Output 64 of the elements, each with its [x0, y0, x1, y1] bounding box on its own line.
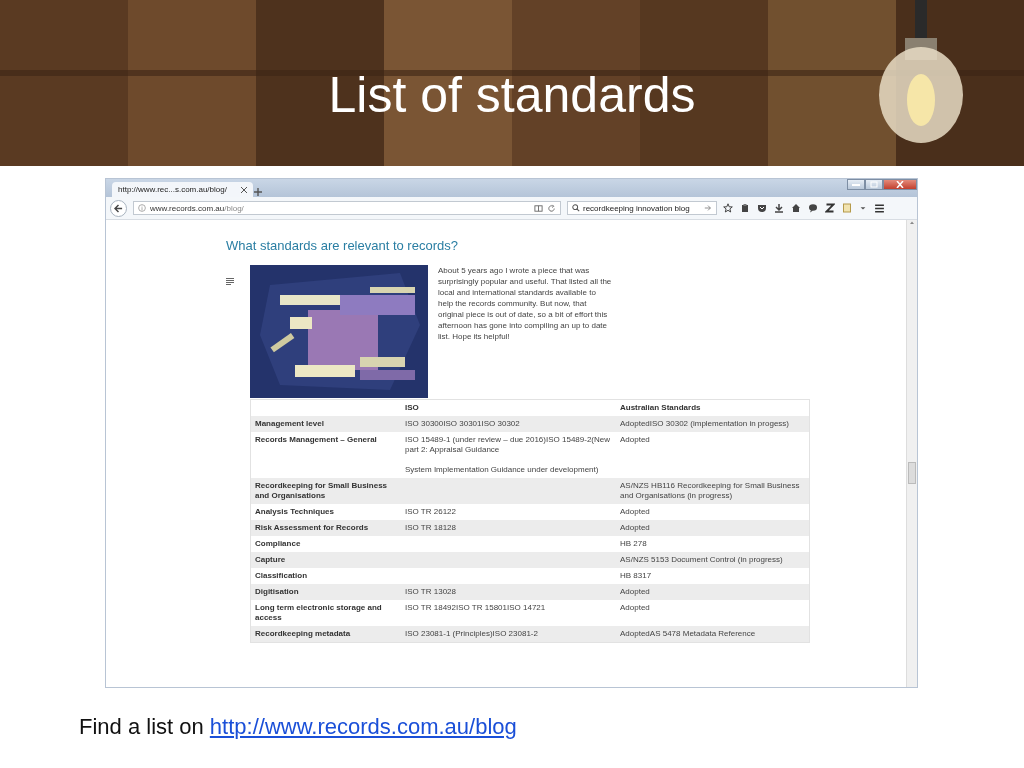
scrollbar-thumb[interactable]	[908, 462, 916, 484]
table-cell: ISO 30300ISO 30301ISO 30302	[405, 419, 520, 428]
table-cell: ISO TR 26122	[405, 507, 456, 516]
table-cell: ISO 23081-1 (Principles)ISO 23081-2	[405, 629, 538, 638]
extension-icon[interactable]	[842, 203, 852, 213]
home-icon[interactable]	[791, 203, 801, 213]
search-text: recordkeeping innovation blog	[583, 203, 691, 213]
table-cell: AdoptedISO 30302 (implementation in progess)	[620, 419, 789, 428]
chat-bubble-icon[interactable]	[808, 203, 818, 213]
table-cell: Adopted	[620, 435, 650, 444]
table-cell: Recordkeeping for Small Business and Organisations	[255, 481, 388, 500]
list-icon[interactable]	[226, 278, 234, 285]
table-cell: ISO 15489-1 (under review – due 2016)ISO 15489-2(New part 2: Appraisal Guidance System Implementation Guidance under development)	[405, 435, 610, 474]
footer-text: Find a list on http://www.records.com.au/blog	[79, 714, 517, 739]
star-icon[interactable]	[723, 203, 733, 213]
table-cell: Adopted	[620, 603, 650, 612]
address-bar[interactable]: www.records.com.au/blog/	[133, 201, 561, 215]
table-cell: Recordkeeping metadata	[255, 629, 351, 638]
minimize-button[interactable]	[847, 179, 865, 190]
table-cell: Long term electronic storage and access	[255, 603, 382, 622]
table-cell: Analysis Techniques	[255, 507, 334, 516]
new-tab-icon[interactable]	[252, 187, 263, 197]
maximize-button[interactable]	[865, 179, 883, 190]
table-cell: HB 8317	[620, 571, 652, 580]
intro-paragraph: About 5 years ago I wrote a piece that was surprisingly popular and useful. That listed all the local and international standards available to help the records community. But now, that original piece is out of date, so a bit of effort this afternoon has gone into compiling an up to date list. Hope its helpful!	[438, 265, 613, 343]
table-cell: Management level	[255, 419, 324, 428]
table-cell: ISO TR 18128	[405, 523, 456, 532]
table-cell: Risk Assessment for Records	[255, 523, 369, 532]
url-text: www.records.com.au/blog/	[150, 203, 245, 213]
table-cell: Adopted	[620, 507, 650, 516]
table-cell: Digitisation	[255, 587, 299, 596]
download-icon[interactable]	[774, 203, 784, 213]
close-icon	[896, 181, 904, 188]
blog-link[interactable]: http://www.records.com.au/blog	[209, 714, 517, 739]
table-cell: HB 278	[620, 539, 647, 548]
table-cell: AdoptedAS 5478 Metadata Reference	[620, 629, 756, 638]
scrollbar[interactable]	[906, 220, 917, 687]
column-header: Australian Standards	[620, 403, 701, 412]
table-cell: AS/NZS HB116 Recordkeeping for Small Business and Organisations (in progress)	[620, 481, 800, 500]
browser-tab[interactable]: http://www.rec...s.com.au/blog/	[112, 182, 253, 197]
table-cell: Records Management – General	[255, 435, 377, 444]
search-field[interactable]: recordkeeping innovation blog	[567, 201, 717, 215]
table-cell: ISO TR 13028	[405, 587, 456, 596]
pocket-icon[interactable]	[757, 203, 767, 213]
back-button[interactable]	[110, 199, 127, 217]
close-button[interactable]	[883, 179, 917, 190]
table-cell: Adopted	[620, 587, 650, 596]
search-icon	[572, 204, 580, 212]
table-cell: Adopted	[620, 523, 650, 532]
reader-view-icon[interactable]	[534, 203, 543, 213]
column-header: ISO	[405, 403, 419, 412]
table-cell: Compliance	[255, 539, 301, 548]
clipboard-icon[interactable]	[740, 203, 750, 213]
table-cell: AS/NZS 5153 Document Control (in progress)	[620, 555, 783, 564]
z-icon[interactable]	[825, 203, 835, 213]
menu-icon[interactable]	[874, 202, 885, 214]
table-cell: Classification	[255, 571, 307, 580]
table-cell: ISO TR 18492ISO TR 15801ISO 14721	[405, 603, 546, 612]
close-icon[interactable]	[240, 186, 247, 193]
slide-title: List of standards	[328, 66, 696, 124]
maximize-icon	[870, 181, 878, 188]
post-heading: What standards are relevant to records?	[226, 238, 458, 253]
back-arrow-icon	[114, 203, 123, 213]
table-cell: Capture	[255, 555, 286, 564]
